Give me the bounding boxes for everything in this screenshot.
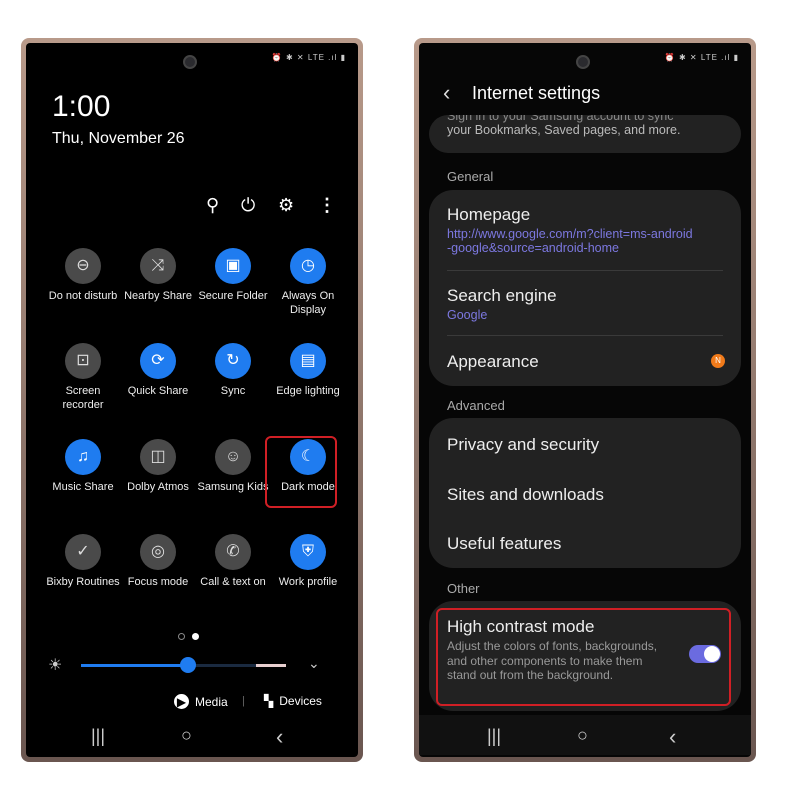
page-dot-active[interactable] [192,633,199,640]
tile-icon: ☺ [215,439,251,475]
tile-label: Quick Share [127,385,189,397]
homepage-item[interactable]: Homepage [447,205,530,225]
tile-label: Nearby Share [124,290,192,302]
tile-icon: ✓ [65,534,101,570]
devices-button[interactable]: ▚ Devices [264,694,322,708]
devices-icon: ▚ [264,694,274,708]
quick-panel: ⏰ ✱ ✕ LTE .ıl ▮ 1:00 Thu, November 26 ⚲ … [26,43,358,757]
tile-do-not-disturb[interactable]: ⊖ Do not disturb [46,248,120,304]
tile-secure-folder[interactable]: ▣ Secure Folder [196,248,270,304]
status-bar: ⏰ ✱ ✕ LTE .ıl ▮ [664,53,739,62]
tile-dolby-atmos[interactable]: ◫ Dolby Atmos [121,439,195,495]
tile-label: Edge lighting [276,385,340,397]
tile-icon: ✆ [215,534,251,570]
internet-settings: ⏰ ✱ ✕ LTE .ıl ▮ ‹ Internet settings Sign… [419,43,751,757]
status-bar: ⏰ ✱ ✕ LTE .ıl ▮ [271,53,346,62]
phone-left: ⏰ ✱ ✕ LTE .ıl ▮ 1:00 Thu, November 26 ⚲ … [21,38,363,762]
brightness-icon: ☀ [48,657,63,674]
tile-label: Music Share [52,481,114,493]
privacy-item[interactable]: Privacy and security [447,435,599,455]
tile-label: Focus mode [127,576,189,588]
divider: | [242,695,245,707]
divider [447,270,723,271]
search-icon[interactable]: ⚲ [206,195,219,216]
date: Thu, November 26 [52,130,185,147]
recents-button[interactable]: ||| [487,726,501,747]
useful-features-item[interactable]: Useful features [447,534,561,554]
tile-samsung-kids[interactable]: ☺ Samsung Kids [196,439,270,495]
more-icon[interactable]: ⋮ [318,195,336,216]
tile-edge-lighting[interactable]: ▤ Edge lighting [271,343,345,399]
tile-icon: ⤨ [140,248,176,284]
chevron-down-icon[interactable]: ⌄ [308,655,320,672]
tile-icon: ⟳ [140,343,176,379]
high-contrast-desc: Adjust the colors of fonts, backgrounds,… [447,639,658,682]
home-button[interactable]: ○ [577,725,588,746]
back-button[interactable]: ‹ [276,724,283,750]
tile-sync[interactable]: ↻ Sync [196,343,270,399]
tile-icon: ◷ [290,248,326,284]
tile-label: Sync [220,385,246,397]
camera [576,55,590,69]
tile-call-text-on[interactable]: ✆ Call & text on [196,534,270,590]
tile-nearby-share[interactable]: ⤨ Nearby Share [121,248,195,304]
play-icon: ▶ [174,694,189,709]
tile-icon: ↻ [215,343,251,379]
tile-icon: ♫ [65,439,101,475]
tile-label: Always On Display [281,290,335,316]
divider [447,335,723,336]
tile-label: Call & text on [200,576,266,588]
tile-icon: ⊖ [65,248,101,284]
tile-icon: ▣ [215,248,251,284]
media-button[interactable]: ▶ Media [174,694,228,709]
gear-icon[interactable]: ⚙ [278,195,294,216]
high-contrast-toggle[interactable] [689,645,721,663]
tile-label: Do not disturb [48,290,118,302]
home-button[interactable]: ○ [181,725,192,746]
new-badge: N [711,354,725,368]
tile-always-on-display[interactable]: ◷ Always On Display [271,248,345,317]
brightness-slider[interactable] [81,657,286,673]
highlight-box [265,436,337,508]
tile-label: Secure Folder [198,290,268,302]
page-dot[interactable] [178,633,185,640]
sites-item[interactable]: Sites and downloads [447,485,604,505]
account-card[interactable]: Sign in to your Samsung account to sync … [429,115,741,153]
recents-button[interactable]: ||| [91,726,105,747]
section-general: General [447,169,494,184]
search-engine-item[interactable]: Search engine [447,286,557,306]
camera [183,55,197,69]
tile-label: Bixby Routines [46,576,120,588]
phone-right: ⏰ ✱ ✕ LTE .ıl ▮ ‹ Internet settings Sign… [414,38,756,762]
power-icon[interactable]: ⏻ [241,195,255,216]
section-advanced: Advanced [447,398,505,413]
tile-label: Work profile [278,576,338,588]
account-text-partial: Sign in to your Samsung account to sync [447,115,674,123]
clock: 1:00 [52,90,111,123]
search-engine-value: Google [447,308,488,322]
section-other: Other [447,581,480,596]
high-contrast-item[interactable]: High contrast mode [447,617,594,637]
back-arrow-icon[interactable]: ‹ [443,80,450,106]
tile-label: Samsung Kids [197,481,269,493]
tile-music-share[interactable]: ♫ Music Share [46,439,120,495]
tile-icon: ▤ [290,343,326,379]
tile-work-profile[interactable]: ⛨ Work profile [271,534,345,590]
tile-icon: ◎ [140,534,176,570]
homepage-url-2: -google&source=android-home [447,241,619,255]
tile-label: Dolby Atmos [127,481,189,493]
tile-quick-share[interactable]: ⟳ Quick Share [121,343,195,399]
tile-icon: ◫ [140,439,176,475]
tile-icon: ⊡ [65,343,101,379]
tile-focus-mode[interactable]: ◎ Focus mode [121,534,195,590]
homepage-url-1: http://www.google.com/m?client=ms-androi… [447,227,693,241]
back-button[interactable]: ‹ [669,724,676,750]
tile-icon: ⛨ [290,534,326,570]
account-text: your Bookmarks, Saved pages, and more. [447,123,681,137]
tile-screen-recorder[interactable]: ⊡ Screen recorder [46,343,120,412]
appearance-item[interactable]: Appearance [447,352,539,372]
page-title: Internet settings [472,83,601,103]
tile-label: Screen recorder [62,385,104,411]
tile-bixby-routines[interactable]: ✓ Bixby Routines [46,534,120,590]
